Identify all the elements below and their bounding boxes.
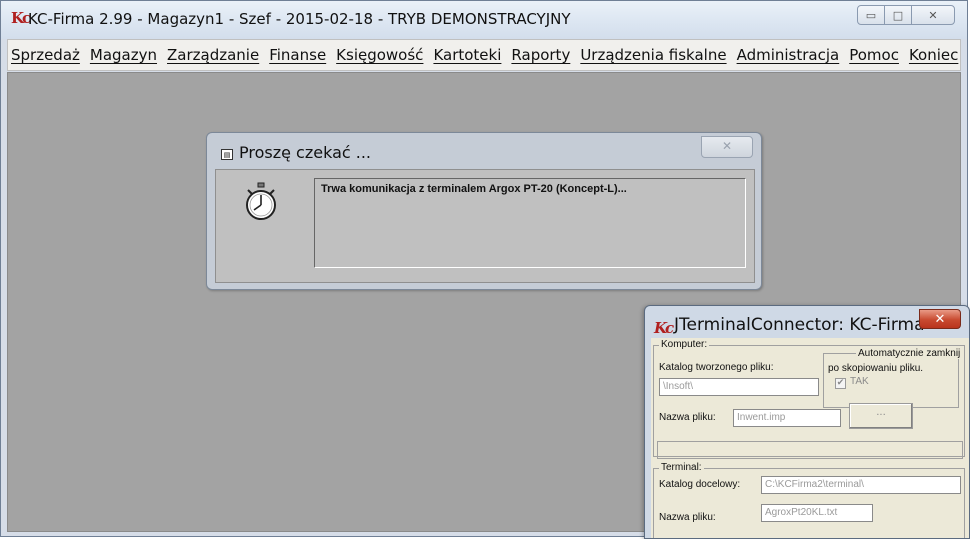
terminal-nazwa-pliku-label: Nazwa pliku:	[659, 512, 716, 523]
menu-finanse[interactable]: Finanse	[269, 46, 326, 64]
status-strip	[657, 441, 963, 459]
tak-label: TAK	[850, 376, 869, 387]
menu-ksiegowosc[interactable]: Księgowość	[336, 46, 423, 64]
menu-raporty[interactable]: Raporty	[511, 46, 570, 64]
minimize-icon: ▭	[865, 8, 877, 22]
wait-message: Trwa komunikacja z terminalem Argox PT-2…	[321, 183, 627, 195]
katalog-docelowy-label: Katalog docelowy:	[659, 479, 741, 490]
jterminal-logo-icon: Kc	[654, 319, 674, 337]
browse-button[interactable]: ...	[849, 403, 913, 429]
auto-close-legend: Automatycznie zamknij	[856, 348, 963, 359]
menu-magazyn[interactable]: Magazyn	[90, 46, 157, 64]
jterminal-title: JTerminalConnector: KC-Firma	[674, 315, 925, 335]
katalog-label: Katalog tworzonego pliku:	[659, 362, 774, 373]
app-logo-icon: Kc	[11, 9, 31, 27]
auto-close-legend-2: po skopiowaniu pliku.	[828, 363, 924, 374]
terminal-legend: Terminal:	[659, 462, 704, 473]
katalog-docelowy-field[interactable]: C:\KCFirma2\terminal\	[761, 476, 961, 494]
close-button[interactable]: ✕	[911, 5, 955, 25]
message-box: Trwa komunikacja z terminalem Argox PT-2…	[314, 178, 746, 268]
maximize-icon: □	[892, 8, 904, 22]
stopwatch-icon	[246, 182, 276, 220]
menu-administracja[interactable]: Administracja	[737, 46, 840, 64]
window-title: KC-Firma 2.99 - Magazyn1 - Szef - 2015-0…	[28, 10, 571, 28]
close-icon: ✕	[721, 139, 733, 153]
menu-zarzadzanie[interactable]: Zarządzanie	[167, 46, 259, 64]
wait-dialog-title: Proszę czekać ...	[239, 143, 372, 162]
jterminal-close-button[interactable]: ✕	[919, 309, 961, 329]
close-icon: ✕	[928, 8, 938, 22]
menu-kartoteki[interactable]: Kartoteki	[433, 46, 501, 64]
menu-pomoc[interactable]: Pomoc	[849, 46, 899, 64]
window-controls: ▭ □ ✕	[857, 5, 955, 25]
tak-checkbox[interactable]: ✔	[835, 378, 846, 389]
menu-sprzedaz[interactable]: Sprzedaż	[11, 46, 80, 64]
maximize-button[interactable]: □	[884, 5, 912, 25]
jterminal-window: Kc JTerminalConnector: KC-Firma ✕ Komput…	[644, 305, 970, 539]
nazwa-pliku-label: Nazwa pliku:	[659, 412, 716, 423]
dialog-window-icon: ▤	[221, 149, 233, 160]
jterminal-body: Komputer: Katalog tworzonego pliku: \Ins…	[651, 338, 969, 538]
wait-dialog: ▤ Proszę czekać ... ✕ Trwa komunikacja z…	[206, 132, 762, 290]
menu-urzadzenia-fiskalne[interactable]: Urządzenia fiskalne	[580, 46, 726, 64]
komputer-legend: Komputer:	[659, 339, 710, 350]
terminal-nazwa-pliku-field[interactable]: AgroxPt20KL.txt	[761, 504, 873, 522]
nazwa-pliku-field[interactable]: Inwent.imp	[733, 409, 841, 427]
katalog-field[interactable]: \Insoft\	[659, 378, 819, 396]
close-icon: ✕	[934, 312, 946, 327]
minimize-button[interactable]: ▭	[857, 5, 885, 25]
menu-bar: Sprzedaż Magazyn Zarządzanie Finanse Ksi…	[7, 39, 961, 71]
menu-koniec[interactable]: Koniec	[909, 46, 958, 64]
wait-dialog-body: Trwa komunikacja z terminalem Argox PT-2…	[215, 169, 755, 283]
main-titlebar[interactable]: Kc KC-Firma 2.99 - Magazyn1 - Szef - 201…	[1, 1, 967, 39]
wait-dialog-close-button[interactable]: ✕	[701, 136, 753, 158]
